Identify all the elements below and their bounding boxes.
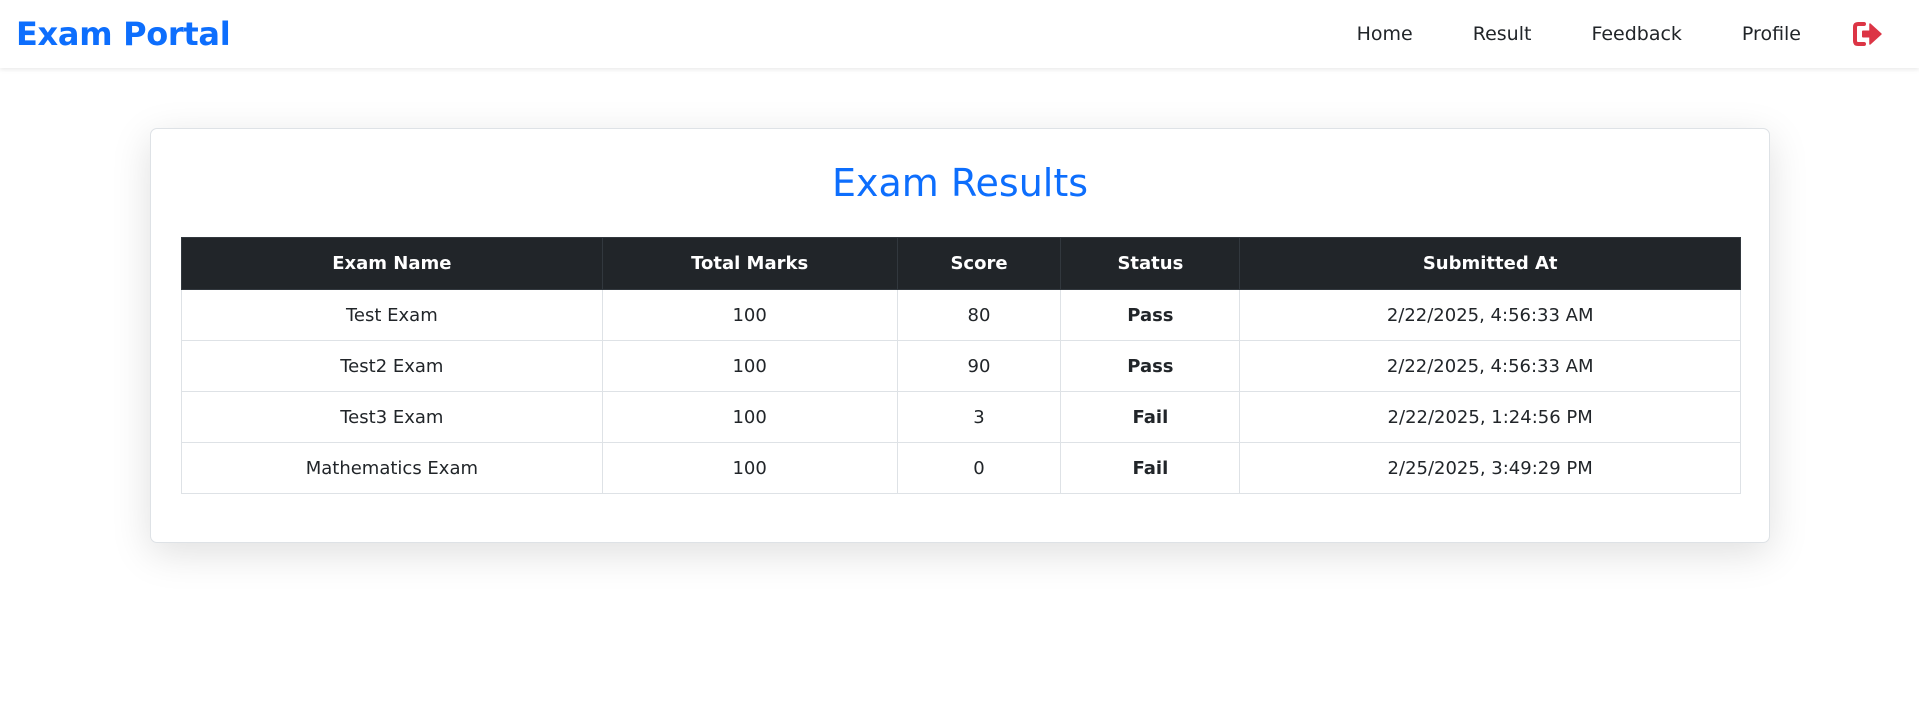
- cell-status: Pass: [1060, 289, 1241, 341]
- column-header-status: Status: [1060, 237, 1241, 290]
- brand-logo[interactable]: Exam Portal: [16, 15, 231, 53]
- table-header: Exam Name Total Marks Score Status Submi…: [181, 237, 1741, 290]
- sign-out-icon-graphic: [1853, 22, 1882, 46]
- cell-total-marks: 100: [601, 340, 898, 392]
- page-title: Exam Results: [831, 161, 1089, 205]
- table-row: Test Exam 100 80 Pass 2/22/2025, 4:56:33…: [181, 289, 1741, 341]
- nav-link-home[interactable]: Home: [1357, 23, 1413, 45]
- cell-score: 0: [896, 442, 1062, 494]
- results-table: Exam Name Total Marks Score Status Submi…: [181, 237, 1741, 494]
- cell-exam-name: Test3 Exam: [181, 391, 603, 443]
- column-header-score: Score: [896, 237, 1062, 290]
- table-row: Test3 Exam 100 3 Fail 2/22/2025, 1:24:56…: [181, 391, 1741, 443]
- table-header-row: Exam Name Total Marks Score Status Submi…: [181, 237, 1741, 290]
- cell-status: Pass: [1060, 340, 1241, 392]
- cell-status: Fail: [1060, 442, 1241, 494]
- cell-submitted-at: 2/22/2025, 4:56:33 AM: [1239, 289, 1741, 341]
- cell-score: 3: [896, 391, 1062, 443]
- nav-link-feedback[interactable]: Feedback: [1591, 23, 1681, 45]
- results-card: Exam Results Exam Name Total Marks Score…: [150, 128, 1770, 543]
- navbar: Exam Portal Home Result Feedback Profile: [0, 0, 1919, 68]
- cell-submitted-at: 2/22/2025, 1:24:56 PM: [1239, 391, 1741, 443]
- table-body: Test Exam 100 80 Pass 2/22/2025, 4:56:33…: [181, 289, 1741, 494]
- column-header-submitted-at: Submitted At: [1239, 237, 1741, 290]
- sign-out-icon[interactable]: [1853, 21, 1883, 47]
- table-row: Mathematics Exam 100 0 Fail 2/25/2025, 3…: [181, 442, 1741, 494]
- column-header-total-marks: Total Marks: [601, 237, 898, 290]
- cell-exam-name: Test Exam: [181, 289, 603, 341]
- cell-status: Fail: [1060, 391, 1241, 443]
- nav-links: Home Result Feedback Profile: [1357, 0, 1903, 68]
- cell-exam-name: Mathematics Exam: [181, 442, 603, 494]
- cell-score: 80: [896, 289, 1062, 341]
- nav-link-profile[interactable]: Profile: [1742, 23, 1801, 45]
- table-row: Test2 Exam 100 90 Pass 2/22/2025, 4:56:3…: [181, 340, 1741, 392]
- cell-total-marks: 100: [601, 442, 898, 494]
- cell-total-marks: 100: [601, 289, 898, 341]
- cell-submitted-at: 2/22/2025, 4:56:33 AM: [1239, 340, 1741, 392]
- cell-total-marks: 100: [601, 391, 898, 443]
- cell-submitted-at: 2/25/2025, 3:49:29 PM: [1239, 442, 1741, 494]
- column-header-exam-name: Exam Name: [181, 237, 603, 290]
- cell-score: 90: [896, 340, 1062, 392]
- nav-link-result[interactable]: Result: [1473, 23, 1532, 45]
- cell-exam-name: Test2 Exam: [181, 340, 603, 392]
